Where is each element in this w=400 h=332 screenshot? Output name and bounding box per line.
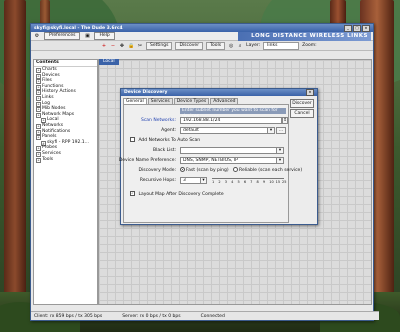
window-title: skyfi@skyfi.local - The Dude 3.6rc4 [34,25,123,31]
help-button[interactable]: Help [94,32,115,40]
black-list-select[interactable] [180,147,284,154]
connection-status: Connected [200,313,225,319]
mode-fast-radio[interactable] [180,167,185,172]
client-status: Client: rx 859 bps / tx 305 bps [34,313,103,319]
dialog-cancel-button[interactable]: Cancel [290,109,314,118]
settings-button[interactable]: Settings [146,41,173,50]
slider-tick-label: 5 [237,180,240,184]
agent-browse-button[interactable]: ... [276,127,286,134]
tree-item-label: skyfi - RPP 192.1... [47,139,89,145]
slider-tick-label: 7 [250,180,253,184]
tree-item[interactable]: + Tools [34,157,97,163]
auto-scan-label: Add Networks To Auto Scan [138,138,201,143]
slider-tick-label: 3 [224,180,227,184]
banner: LONG DISTANCE WIRELESS LINKS [238,32,371,41]
add-icon[interactable]: + [101,43,107,49]
slider-tick-label: 15 [275,180,281,184]
binoculars-icon[interactable]: ◎ [228,43,234,49]
tree-item-label: Services [42,150,61,156]
contents-panel: Contents + Charts + Devices + Files + Functions… [33,59,98,305]
scan-networks-spinner[interactable]: ⇕ [282,117,288,124]
agent-dropdown-icon[interactable]: ▾ [267,127,275,134]
slider-tick-label: 1 [212,180,215,184]
slider-tick-label: 8 [256,180,259,184]
recursive-hops-slider[interactable]: 1 2 3 4 5 6 7 8 9 10 15 25 [212,175,287,185]
server-icon[interactable]: ▣ [84,33,90,39]
tree-item-label: Mib Nodes [42,106,66,112]
move-icon[interactable]: ✥ [119,43,125,49]
close-button[interactable]: × [362,24,370,32]
slider-tick-label: 2 [218,180,221,184]
black-list-dropdown-icon[interactable]: ▾ [276,147,284,154]
tree-item-label: Panels [42,134,57,140]
toolbar: + − ✥ 🔒 ✂ Settings Discover Tools ◎ ⌕ La… [31,41,373,51]
mode-fast-label: Fast (scan by ping) [186,168,229,173]
recursive-hops-label: Recursive Hops: [139,178,176,183]
sidebar-title: Contents [34,60,97,67]
tree-item-label: Networks [42,122,64,128]
tab-local[interactable]: Local [99,59,119,65]
device-discovery-dialog: Device Discovery × General Services Devi… [119,88,318,225]
black-list-label: Black List: [153,148,176,153]
layer-select[interactable]: links [263,41,300,50]
agent-select[interactable]: default [180,127,268,134]
layer-label: Layer: [246,43,261,48]
dude-logo-icon: ⚙ [34,33,40,39]
tree-item-label: Devices [42,72,60,78]
layout-map-checkbox[interactable]: ✓ [130,191,135,196]
status-bar: Client: rx 859 bps / tx 305 bps Server: … [31,311,379,320]
general-panel: Enter subnet number you want to scan for… [119,104,302,223]
tree-item-label: Local [47,117,59,123]
slider-tick-label: 10 [269,180,274,184]
mode-reliable-label: Reliable (scan each service) [239,168,303,173]
name-preference-select[interactable]: DNS, SNMP, NETBIOS, IP [180,157,284,164]
name-preference-dropdown-icon[interactable]: ▾ [276,157,284,164]
layout-map-label: Layout Map After Discovery Complete [138,192,224,197]
contents-tree: + Charts + Devices + Files + Functions + History … [34,67,97,163]
tree-item-label: Probes [42,145,58,151]
scan-networks-label: Scan Networks: [140,118,176,123]
tools-button[interactable]: Tools [206,41,226,50]
delete-icon[interactable]: − [110,43,116,49]
recursive-hops-select[interactable]: 3 [180,177,202,184]
mode-reliable-radio[interactable] [233,167,239,172]
preferences-button[interactable]: Preferences [44,32,81,40]
slider-tick-label: 9 [262,180,266,184]
tree-expander-icon[interactable]: + [36,157,41,163]
tree-item-label: Files [42,78,52,84]
maximize-button[interactable]: □ [353,24,361,32]
tree-item-label: Tools [42,156,54,162]
scan-hint: Enter subnet number you want to scan for… [180,108,286,119]
slider-tick-label: 25 [282,180,287,184]
agent-label: Agent: [161,128,176,133]
tree-item-label: History Actions [42,89,76,95]
dialog-close-button[interactable]: × [306,89,314,96]
tree-item-label: Links [42,94,54,100]
find-icon[interactable]: ⌕ [237,43,243,49]
zoom-label: Zoom: [302,43,317,48]
discover-button[interactable]: Discover [175,41,204,50]
discovery-mode-label: Discovery Mode: [138,168,176,173]
dialog-title: Device Discovery [124,90,168,95]
scan-networks-input[interactable]: 192.168.88.1/24 [180,117,282,124]
tree-item-label: Charts [42,67,57,72]
cut-icon[interactable]: ✂ [137,43,143,49]
recursive-hops-dropdown-icon[interactable]: ▾ [200,177,207,184]
slider-tick-label: 4 [231,180,234,184]
name-preference-label: Device Name Preference: [118,158,176,163]
dialog-titlebar[interactable]: Device Discovery × [121,89,317,96]
tree-item-label: Log [42,100,51,106]
slider-tick-label: 6 [243,180,247,184]
main-titlebar[interactable]: skyfi@skyfi.local - The Dude 3.6rc4 _ □ … [31,24,373,32]
minimize-button[interactable]: _ [344,24,352,32]
lock-icon[interactable]: 🔒 [128,43,134,49]
tree-item-label: Network Maps [42,111,75,117]
server-status: Server: rx 0 bps / tx 0 bps [122,313,181,319]
tree-item-label: Notifications [42,128,71,134]
dialog-discover-button[interactable]: Discover [290,99,314,108]
auto-scan-checkbox[interactable] [130,137,135,142]
